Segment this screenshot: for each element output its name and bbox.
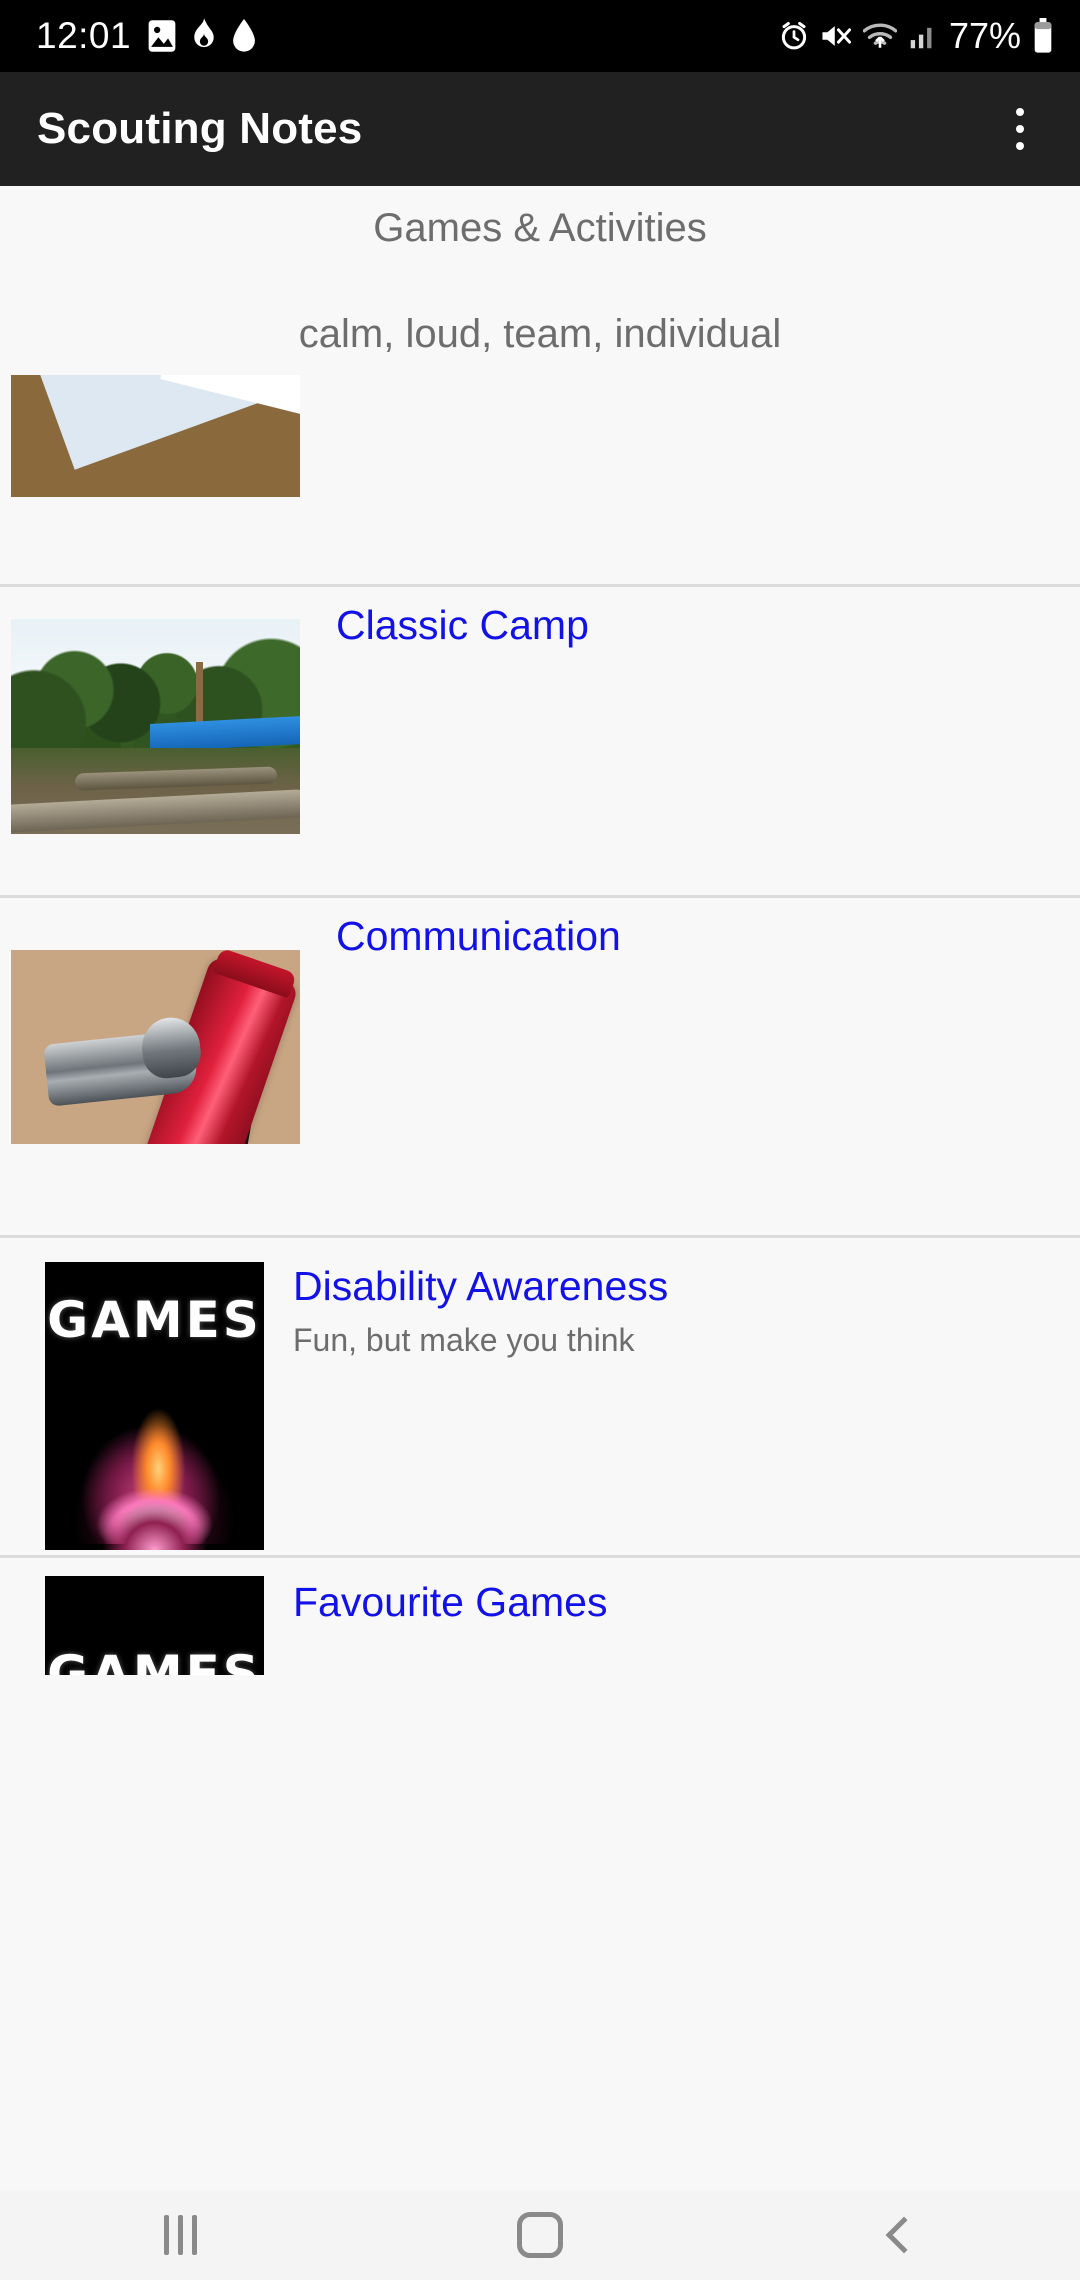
signal-icon [908, 21, 938, 51]
playing-cards-photo [11, 375, 300, 497]
back-icon[interactable] [840, 2190, 960, 2280]
list-item-title[interactable]: Favourite Games [293, 1579, 1080, 1626]
games-campfire-photo: GAMES [45, 1576, 264, 1675]
alarm-clock-icon [779, 20, 809, 52]
content-scroll-area[interactable]: Games & Activities calm, loud, team, ind… [0, 186, 1080, 2190]
status-bar: 12:01 77% [0, 0, 1080, 72]
page-title: Scouting Notes [37, 104, 363, 153]
overflow-menu-icon[interactable] [990, 89, 1050, 169]
system-navigation-bar [0, 2190, 1080, 2280]
list-item-text: Classic Camp [300, 587, 1080, 649]
list-item-title[interactable]: Disability Awareness [293, 1263, 1080, 1310]
battery-icon [1032, 18, 1054, 54]
camp-site-photo [11, 619, 300, 834]
games-campfire-photo: GAMES [45, 1262, 264, 1550]
section-title: Games & Activities [373, 206, 707, 250]
image-icon [147, 19, 177, 53]
list-item-title[interactable]: Communication [336, 913, 1080, 960]
list-item-text: Disability Awareness Fun, but make you t… [264, 1238, 1080, 1359]
notes-list: Classic Camp Communication GAMES Disabil… [0, 375, 1080, 1675]
app-bar: Scouting Notes [0, 72, 1080, 186]
list-item-text [300, 375, 1080, 391]
list-item[interactable]: GAMES Disability Awareness Fun, but make… [0, 1235, 1080, 1555]
games-thumb-label: GAMES [47, 1645, 262, 1675]
section-header: Games & Activities calm, loud, team, ind… [0, 186, 1080, 357]
water-drop-icon [231, 19, 257, 53]
list-item-subtitle: Fun, but make you think [293, 1321, 635, 1358]
status-left-icons [147, 18, 257, 54]
status-right-icons: 77% [779, 15, 1054, 57]
list-item-text: Communication [300, 898, 1080, 960]
list-item-text: Favourite Games [264, 1558, 1080, 1626]
list-item[interactable]: GAMES Favourite Games [0, 1555, 1080, 1675]
flame-icon [191, 18, 217, 54]
section-subtitle: calm, loud, team, individual [298, 312, 782, 356]
battery-percent-label: 77% [948, 15, 1021, 56]
games-thumb-label: GAMES [47, 1290, 262, 1349]
list-item-title[interactable]: Classic Camp [336, 602, 1080, 649]
wifi-icon [862, 21, 897, 51]
list-item[interactable]: Communication [0, 895, 1080, 1235]
mute-icon [820, 21, 852, 51]
recent-apps-icon[interactable] [120, 2190, 240, 2280]
whistle-and-torch-photo [11, 950, 300, 1144]
list-item[interactable] [0, 375, 1080, 584]
list-item[interactable]: Classic Camp [0, 584, 1080, 895]
status-clock: 12:01 [36, 15, 132, 56]
home-icon[interactable] [480, 2190, 600, 2280]
